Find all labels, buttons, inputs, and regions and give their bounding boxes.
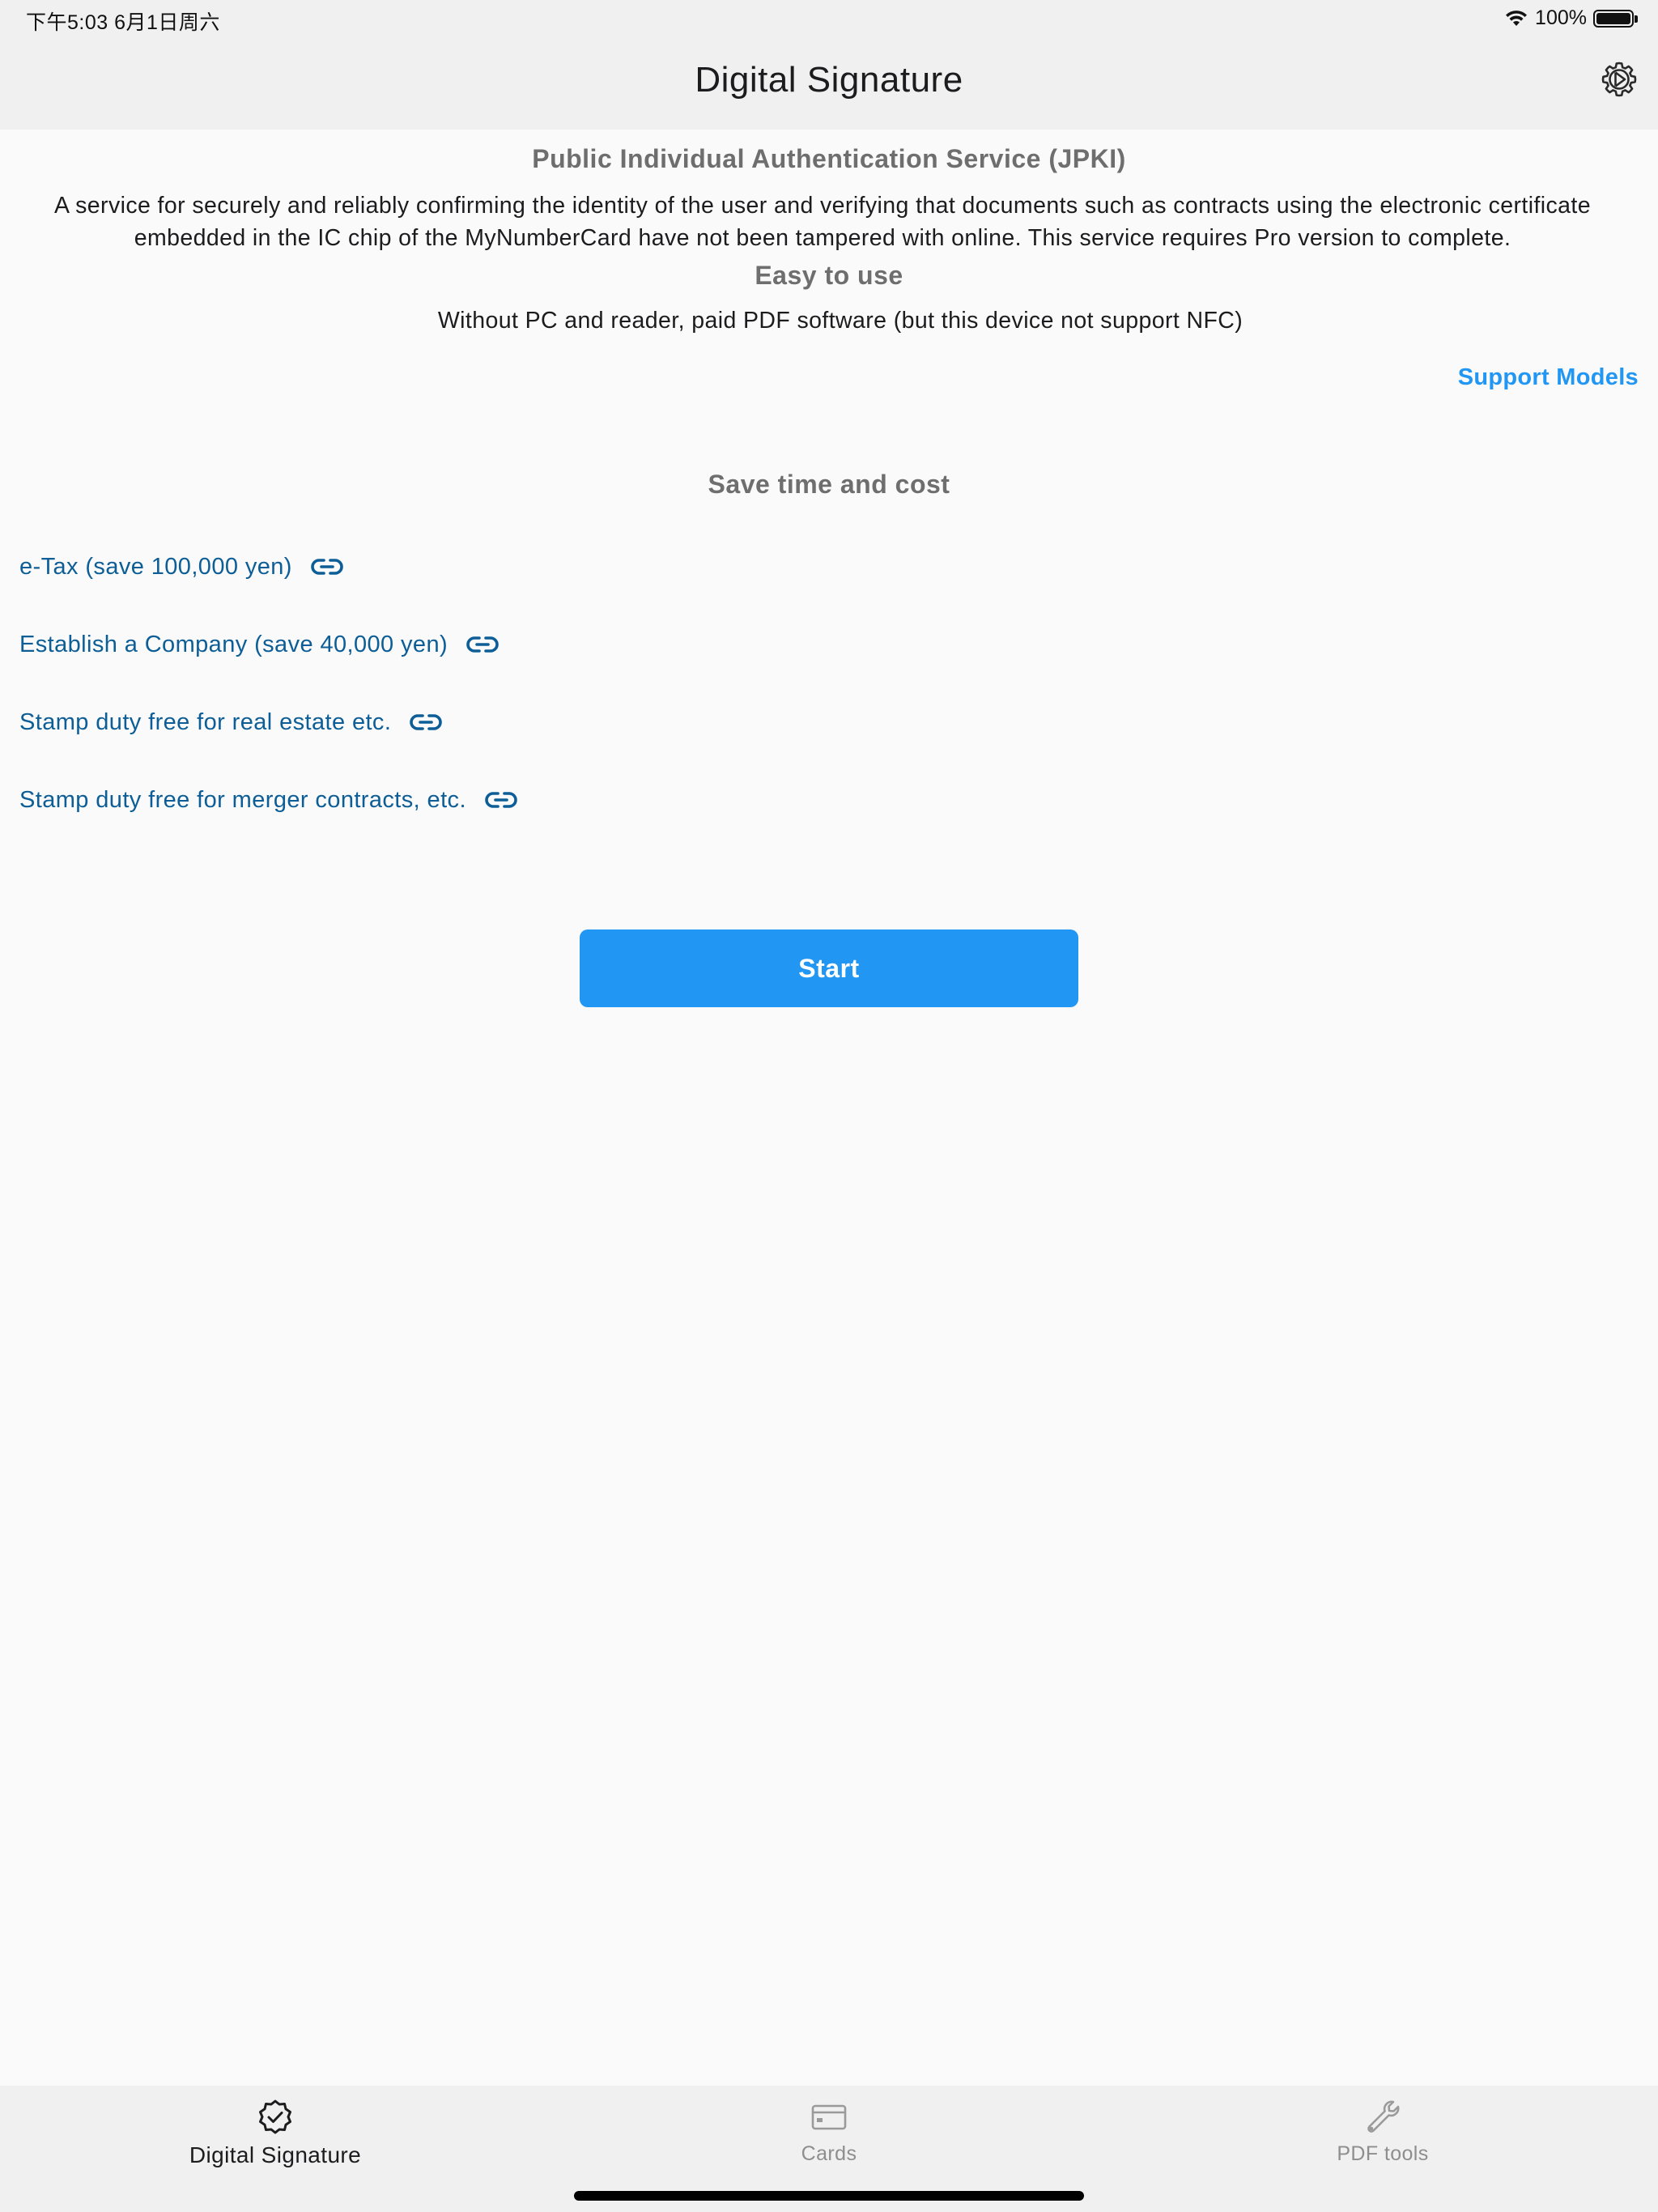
page-title: Digital Signature [695, 60, 963, 100]
savings-link-list: e-Tax (save 100,000 yen) Establish a Com… [19, 528, 518, 839]
link-icon [311, 559, 343, 575]
link-icon [410, 714, 443, 730]
link-label: e-Tax (save 100,000 yen) [19, 553, 292, 580]
tab-label: Digital Signature [189, 2142, 362, 2167]
status-time: 下午5:03 6月1日周六 [26, 11, 220, 34]
easy-to-use-heading: Easy to use [755, 261, 903, 290]
tab-pdf-tools[interactable]: PDF tools [1221, 2097, 1545, 2166]
easy-to-use-text: Without PC and reader, paid PDF software… [437, 308, 1244, 334]
battery-fill [1596, 12, 1630, 24]
intro-description: A service for securely and reliably conf… [54, 193, 1591, 251]
wrench-icon [1367, 2100, 1400, 2133]
establish-company-link[interactable]: Establish a Company (save 40,000 yen) [19, 606, 518, 683]
link-icon [466, 636, 499, 653]
gear-icon [1601, 62, 1637, 97]
support-models-link[interactable]: Support Models [1458, 364, 1639, 391]
battery-icon [1593, 9, 1638, 28]
tab-cards[interactable]: Cards [667, 2097, 991, 2166]
tab-label: Cards [801, 2142, 857, 2165]
link-label: Establish a Company (save 40,000 yen) [19, 631, 449, 657]
link-label: Stamp duty free for merger contracts, et… [19, 786, 466, 813]
link-label: Stamp duty free for real estate etc. [19, 708, 392, 735]
verified-badge-icon [259, 2099, 291, 2134]
settings-button[interactable] [1600, 60, 1639, 99]
navigation-bar: Digital Signature [0, 40, 1658, 130]
link-icon [485, 792, 517, 808]
battery-percent: 100% [1535, 6, 1587, 29]
start-button[interactable]: Start [580, 929, 1078, 1007]
battery-tip [1635, 15, 1638, 23]
stamp-duty-real-estate-link[interactable]: Stamp duty free for real estate etc. [19, 683, 518, 761]
tab-label: PDF tools [1337, 2142, 1429, 2165]
jpki-heading: Public Individual Authentication Service… [532, 144, 1126, 173]
home-indicator [574, 2191, 1084, 2201]
status-bar: 下午5:03 6月1日周六 100% [0, 0, 1658, 40]
wifi-icon [1506, 10, 1528, 26]
tab-digital-signature[interactable]: Digital Signature [113, 2097, 437, 2168]
etax-link[interactable]: e-Tax (save 100,000 yen) [19, 528, 518, 606]
card-icon [811, 2104, 847, 2130]
stamp-duty-merger-link[interactable]: Stamp duty free for merger contracts, et… [19, 761, 518, 839]
status-indicators: 100% [1504, 6, 1638, 30]
save-time-heading: Save time and cost [708, 470, 950, 499]
